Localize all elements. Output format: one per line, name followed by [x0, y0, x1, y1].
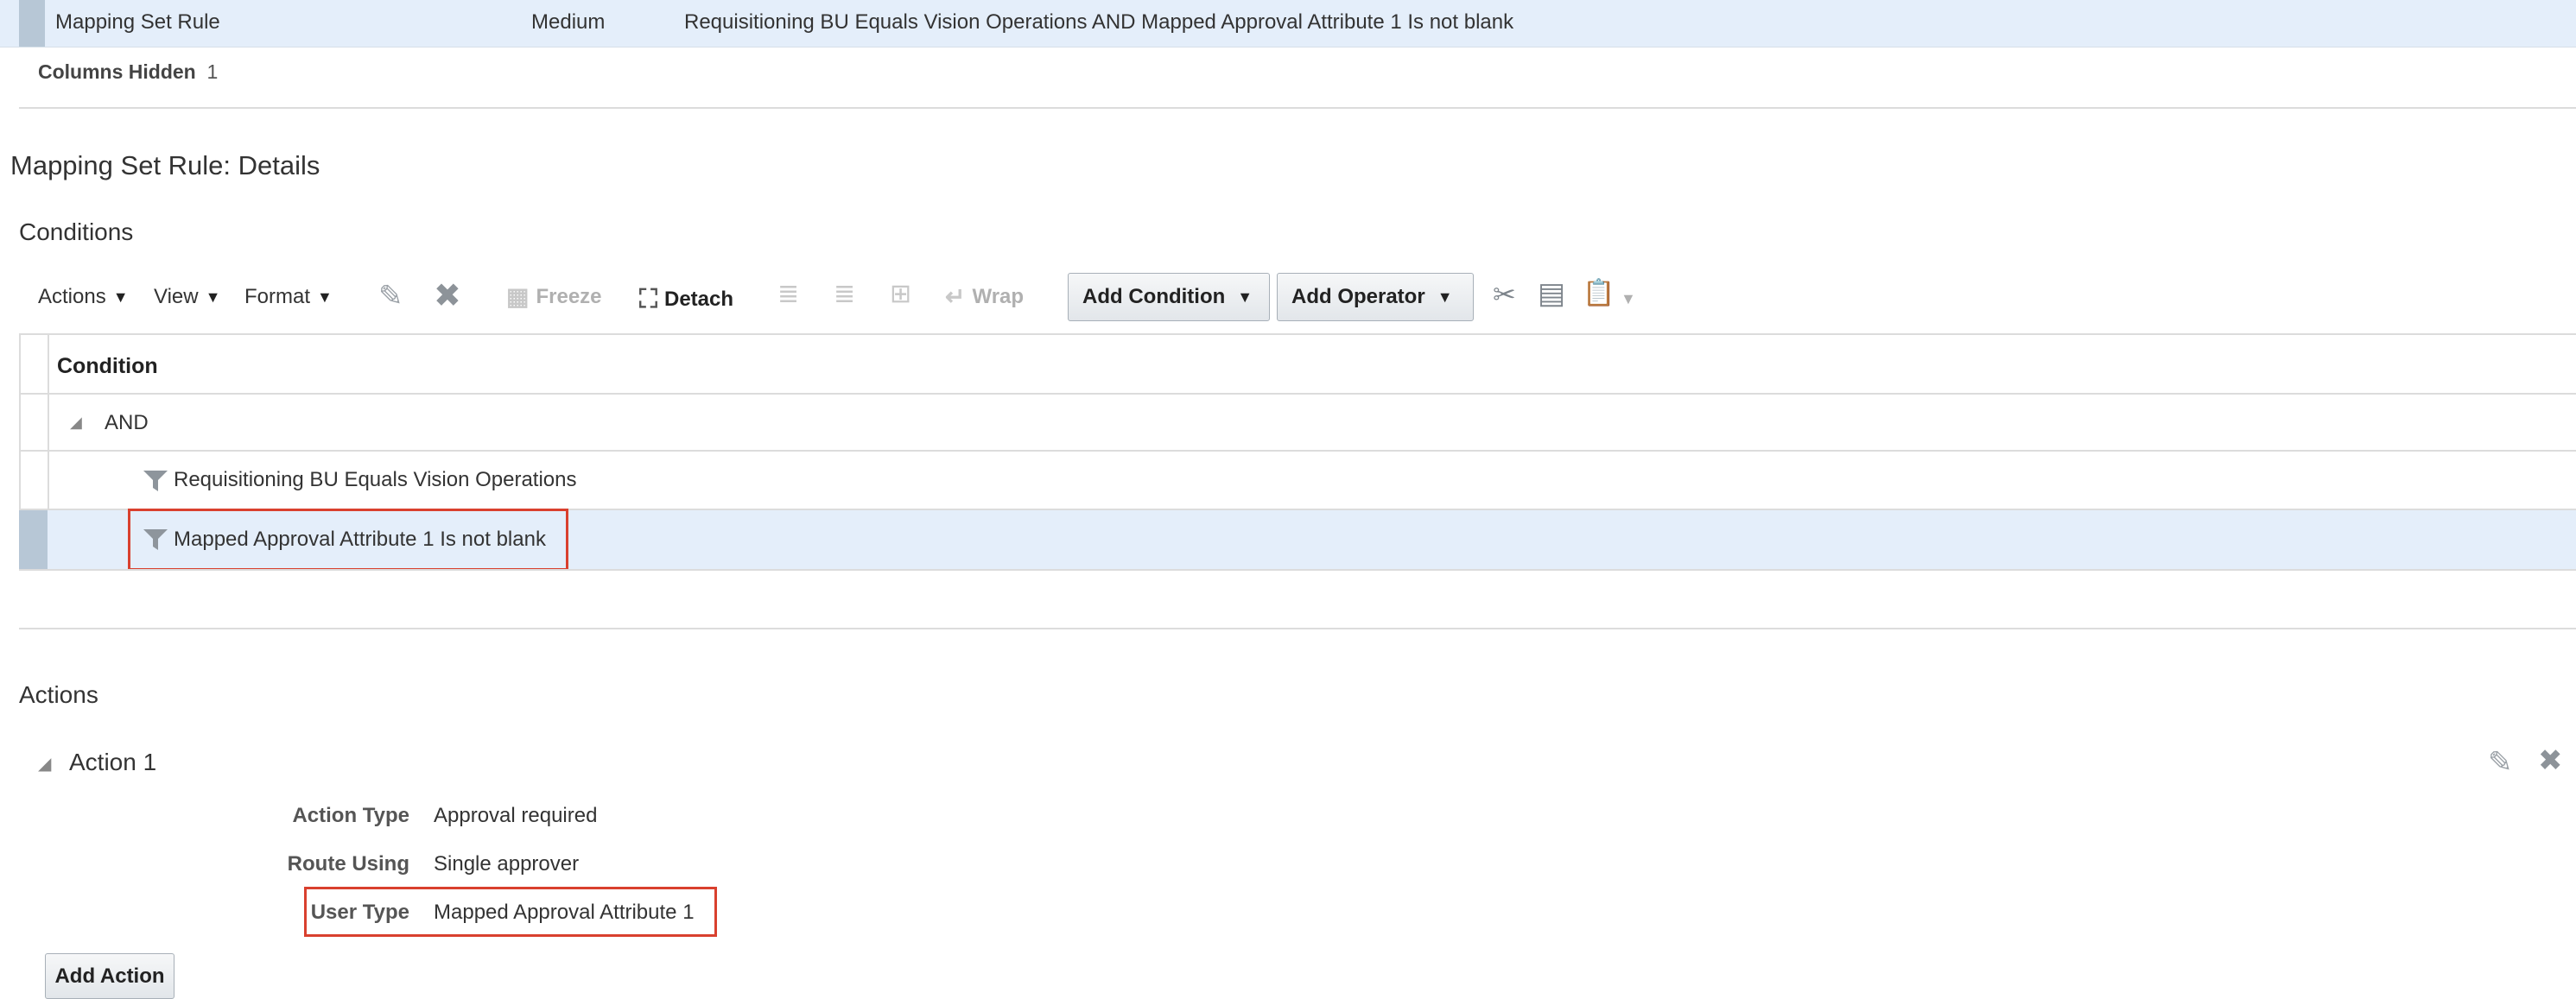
add-condition-button[interactable]: Add Condition ▼: [1068, 273, 1270, 321]
hierarchy-icon[interactable]: ⊞: [890, 281, 911, 307]
action-name: Action 1: [69, 749, 157, 775]
filter-icon: [143, 469, 168, 493]
condition-text: Mapped Approval Attribute 1 Is not blank: [174, 528, 546, 551]
rule-name-cell: Mapping Set Rule: [55, 10, 220, 34]
wrap-label: Wrap: [972, 285, 1025, 308]
freeze-button[interactable]: ▦ Freeze: [506, 285, 602, 309]
paste-icon[interactable]: 📋: [1583, 281, 1615, 307]
grid-bottom-border: [19, 569, 2576, 571]
caret-down-icon: ▼: [112, 288, 129, 306]
actions-menu[interactable]: Actions ▼: [38, 285, 129, 309]
filter-icon: [143, 528, 168, 552]
operator-row[interactable]: ◢ AND: [49, 395, 2576, 450]
columns-hidden-label: Columns Hidden: [38, 60, 196, 83]
action-type-value: Approval required: [434, 804, 598, 827]
view-menu-label: View: [154, 285, 199, 308]
columns-hidden: Columns Hidden 1: [38, 60, 218, 84]
condition-cell: Requisitioning BU Equals Vision Operatio…: [684, 10, 1514, 34]
detach-button[interactable]: ⛶ Detach: [639, 285, 733, 314]
add-operator-label: Add Operator: [1291, 285, 1425, 308]
columns-hidden-count: 1: [206, 60, 219, 83]
freeze-label: Freeze: [536, 285, 602, 308]
wrap-button[interactable]: ↵ Wrap: [945, 285, 1024, 309]
outdent-icon[interactable]: ≣: [834, 281, 855, 307]
operator-label: AND: [105, 411, 149, 434]
user-type-value: Mapped Approval Attribute 1: [434, 901, 695, 924]
divider: [19, 628, 2576, 629]
paste-dropdown-icon[interactable]: ▼: [1621, 290, 1636, 308]
detach-label: Detach: [664, 288, 734, 311]
add-action-button[interactable]: Add Action: [45, 953, 174, 999]
indent-icon[interactable]: ≣: [777, 281, 799, 307]
caret-down-icon: ▼: [205, 288, 221, 306]
copy-icon[interactable]: ▤: [1538, 279, 1565, 308]
caret-down-icon: ▼: [317, 288, 333, 306]
delete-x-icon[interactable]: ✖: [434, 280, 461, 313]
caret-down-icon: ▼: [1237, 288, 1253, 306]
format-menu-label: Format: [244, 285, 311, 308]
detach-icon: ⛶: [639, 285, 657, 313]
add-operator-button[interactable]: Add Operator ▼: [1277, 273, 1474, 321]
summary-table-row[interactable]: Mapping Set Rule Medium Requisitioning B…: [0, 0, 2576, 47]
route-using-label: Route Using: [287, 852, 409, 876]
divider: [19, 107, 2576, 109]
cut-scissors-icon[interactable]: ✂: [1493, 281, 1516, 308]
format-menu[interactable]: Format ▼: [244, 285, 333, 309]
condition-row[interactable]: Requisitioning BU Equals Vision Operatio…: [49, 452, 2576, 509]
condition-column-header[interactable]: Condition: [57, 354, 158, 379]
view-menu[interactable]: View ▼: [154, 285, 220, 309]
priority-cell: Medium: [531, 10, 606, 34]
wrap-icon: ↵: [945, 283, 966, 310]
action-type-label: Action Type: [292, 804, 409, 827]
grid-top-border: [19, 333, 2576, 335]
actions-title: Actions: [19, 681, 98, 708]
actions-menu-label: Actions: [38, 285, 106, 308]
expand-triangle-icon[interactable]: ◢: [70, 414, 82, 432]
collapse-triangle-icon[interactable]: ◢: [38, 753, 51, 775]
caret-down-icon: ▼: [1437, 288, 1453, 306]
condition-text: Requisitioning BU Equals Vision Operatio…: [174, 468, 577, 491]
freeze-icon: ▦: [506, 283, 530, 310]
conditions-title: Conditions: [19, 218, 134, 245]
details-title: Mapping Set Rule: Details: [10, 150, 320, 180]
edit-pencil-icon[interactable]: ✎: [378, 281, 403, 311]
row-selector[interactable]: [19, 0, 45, 47]
user-type-label: User Type: [310, 901, 409, 924]
delete-x-icon[interactable]: ✖: [2538, 746, 2563, 775]
edit-pencil-icon[interactable]: ✎: [2488, 748, 2513, 777]
route-using-value: Single approver: [434, 852, 580, 876]
add-condition-label: Add Condition: [1082, 285, 1226, 308]
row-selector[interactable]: [19, 510, 48, 569]
